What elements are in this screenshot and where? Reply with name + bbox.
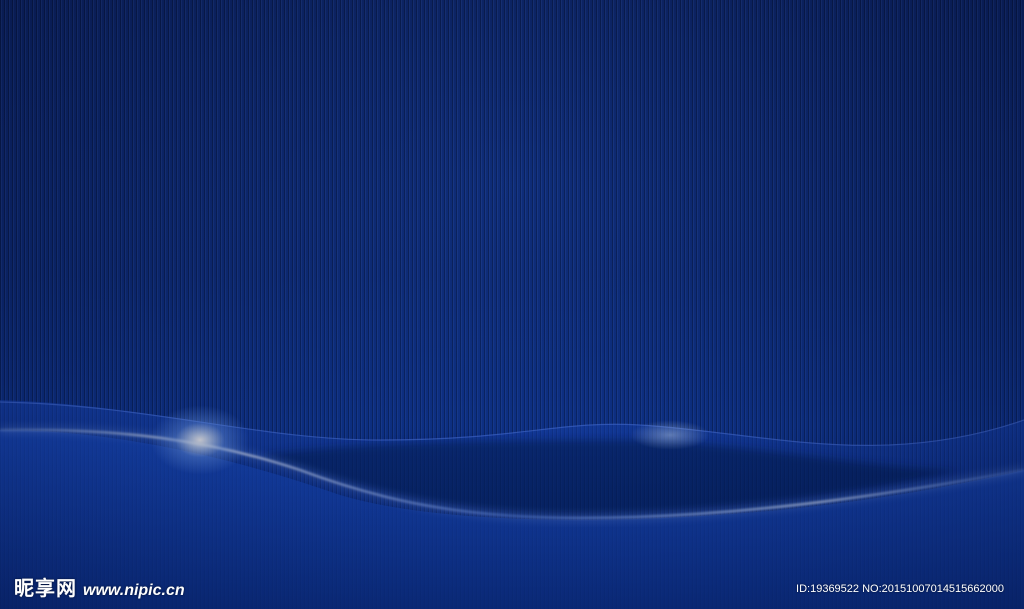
watermark-url: www.nipic.cn <box>83 582 185 599</box>
light-waves <box>0 400 1024 609</box>
watermark-logo: 昵享网 www.nipic.cn <box>14 572 185 601</box>
watermark-logo-text: 昵享网 <box>14 576 77 600</box>
background-image: 昵享网 www.nipic.cn ID:19369522 NO:20151007… <box>0 0 1024 609</box>
watermark-id: ID:19369522 NO:20151007014515662000 <box>796 583 1004 595</box>
